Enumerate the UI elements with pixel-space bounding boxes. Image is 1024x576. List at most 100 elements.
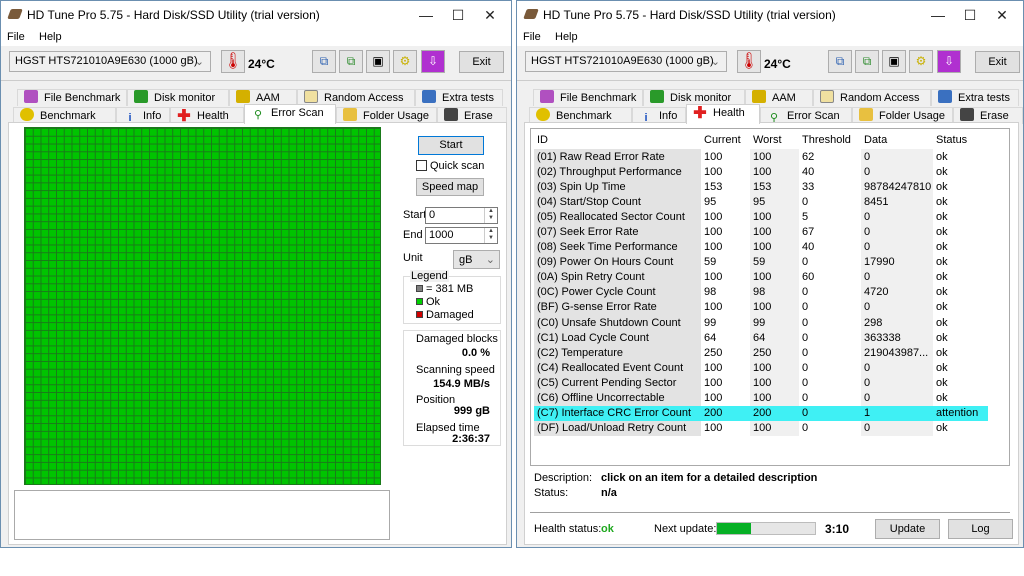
table-row[interactable]: (C5) Current Pending Sector 100 100 0 0 ok <box>534 375 988 391</box>
drive-select[interactable]: HGST HTS721010A9E630 (1000 gB) ⌄ <box>9 51 211 72</box>
cell-cur: 100 <box>704 210 723 223</box>
table-row[interactable]: (03) Spin Up Time 153 153 33 98784247810 ok <box>534 179 988 195</box>
options-button[interactable]: ⚙ <box>909 50 933 73</box>
table-row[interactable]: (09) Power On Hours Count 59 59 0 17990 ok <box>534 254 988 270</box>
camera-button[interactable]: ▣ <box>366 50 390 73</box>
log-button[interactable]: Log <box>948 519 1013 539</box>
cell-cur: 99 <box>704 316 717 329</box>
download-button[interactable]: ⇩ <box>421 50 445 73</box>
cell-sta: ok <box>936 210 948 223</box>
options-button[interactable]: ⚙ <box>393 50 417 73</box>
cell-thr: 0 <box>802 331 809 344</box>
tab-health[interactable]: ✚ Health <box>686 104 760 124</box>
tab-label: Error Scan <box>271 107 324 119</box>
column-header-sta[interactable]: Status <box>933 130 988 149</box>
speaker-icon <box>752 90 766 103</box>
menu-help[interactable]: Help <box>39 31 62 43</box>
table-row[interactable]: (02) Throughput Performance 100 100 40 0 ok <box>534 164 988 180</box>
table-row[interactable]: (01) Raw Read Error Rate 100 100 62 0 ok <box>534 149 988 165</box>
tab-extra-tests[interactable]: Extra tests <box>415 89 503 106</box>
table-row[interactable]: (C7) Interface CRC Error Count 200 200 0 1 at… <box>534 405 988 421</box>
menu-file[interactable]: File <box>7 31 25 43</box>
copy-info-button[interactable]: ⧉ <box>312 50 336 73</box>
cell-sta: attention <box>933 405 988 421</box>
table-row[interactable]: (05) Reallocated Sector Count 100 100 5 0 ok <box>534 209 988 225</box>
table-row[interactable]: (0C) Power Cycle Count 98 98 0 4720 ok <box>534 284 988 300</box>
table-row[interactable]: (C4) Reallocated Event Count 100 100 0 0 ok <box>534 360 988 376</box>
table-row[interactable]: (BF) G-sense Error Rate 100 100 0 0 ok <box>534 299 988 316</box>
cell-wor: 100 <box>750 269 799 285</box>
position-value: 999 gB <box>453 405 490 417</box>
table-row[interactable]: (04) Start/Stop Count 95 95 0 8451 ok <box>534 194 988 210</box>
speed-map-button[interactable]: Speed map <box>416 178 484 196</box>
column-header-wor[interactable]: Worst <box>750 130 799 149</box>
start-button[interactable]: Start <box>418 136 484 155</box>
description-label: Description: <box>534 472 593 484</box>
column-header-dat[interactable]: Data <box>861 130 933 149</box>
chevron-down-icon: ⌄ <box>710 56 720 68</box>
tab-file-benchmark[interactable]: File Benchmark <box>533 89 643 106</box>
table-row[interactable]: (C0) Unsafe Shutdown Count 99 99 0 298 ok <box>534 315 988 331</box>
drive-select[interactable]: HGST HTS721010A9E630 (1000 gB) ⌄ <box>525 51 727 72</box>
exit-button[interactable]: Exit <box>975 51 1020 73</box>
cell-sta: ok <box>936 150 948 163</box>
cell-id: (02) Throughput Performance <box>534 164 701 180</box>
block-map <box>24 127 381 485</box>
disk-monitor-icon <box>134 90 148 103</box>
column-header-cur[interactable]: Current <box>701 130 750 149</box>
camera-button[interactable]: ▣ <box>882 50 906 73</box>
tab-disk-monitor[interactable]: Disk monitor <box>127 89 229 106</box>
minimize-button[interactable]: — <box>923 5 953 25</box>
table-row[interactable]: (08) Seek Time Performance 100 100 40 0 ok <box>534 239 988 255</box>
spinner-icon[interactable]: ▲ ▼ <box>484 228 497 243</box>
table-row[interactable]: (DF) Load/Unload Retry Count 100 100 0 0 ok <box>534 420 988 436</box>
update-button[interactable]: Update <box>875 519 940 539</box>
spinner-icon[interactable]: ▲ ▼ <box>484 208 497 223</box>
download-button[interactable]: ⇩ <box>937 50 961 73</box>
cell-thr: 67 <box>802 226 815 239</box>
cell-cur: 100 <box>704 165 723 178</box>
quick-scan-checkbox[interactable] <box>416 160 427 171</box>
maximize-button[interactable]: ☐ <box>955 5 985 25</box>
copy-info-button[interactable]: ⧉ <box>828 50 852 73</box>
cell-dat: 0 <box>861 224 933 240</box>
trash-icon <box>444 108 458 121</box>
cell-dat: 0 <box>861 420 933 436</box>
cell-sta: ok <box>936 361 948 374</box>
end-input[interactable]: 1000 ▲ ▼ <box>425 227 498 244</box>
cell-wor: 64 <box>750 330 799 346</box>
menu-file[interactable]: File <box>523 31 541 43</box>
table-row[interactable]: (C2) Temperature 250 250 0 219043987... ok <box>534 345 988 361</box>
exit-button[interactable]: Exit <box>459 51 504 73</box>
tab-label: Random Access <box>840 92 920 104</box>
table-row[interactable]: (C1) Load Cycle Count 64 64 0 363338 ok <box>534 330 988 346</box>
health-status-label: Health status: <box>534 523 602 535</box>
maximize-button[interactable]: ☐ <box>443 5 473 25</box>
cell-sta: ok <box>936 256 948 269</box>
table-row[interactable]: (07) Seek Error Rate 100 100 67 0 ok <box>534 224 988 240</box>
tab-extra-tests[interactable]: Extra tests <box>931 89 1019 106</box>
description-value: click on an item for a detailed descript… <box>601 472 818 484</box>
cell-dat: 219043987... <box>861 345 933 361</box>
table-row[interactable]: (0A) Spin Retry Count 100 100 60 0 ok <box>534 269 988 285</box>
column-header-id[interactable]: ID <box>534 130 701 149</box>
menu-help[interactable]: Help <box>555 31 578 43</box>
column-header-thr[interactable]: Threshold <box>799 130 861 149</box>
copy-screenshot-button[interactable]: ⧉ <box>855 50 879 73</box>
cell-thr: 5 <box>802 210 809 223</box>
tab-error-scan[interactable]: ⚲ Error Scan <box>244 104 336 124</box>
cell-id: (05) Reallocated Sector Count <box>534 209 701 225</box>
close-button[interactable]: ✕ <box>475 5 505 25</box>
table-row[interactable]: (C6) Offline Uncorrectable 100 100 0 0 ok <box>534 390 988 406</box>
tab-random-access[interactable]: Random Access <box>813 89 931 106</box>
minimize-button[interactable]: — <box>411 5 441 25</box>
tab-file-benchmark[interactable]: File Benchmark <box>17 89 127 106</box>
unit-select[interactable]: gB ⌄ <box>453 250 500 269</box>
start-input[interactable]: 0 ▲ ▼ <box>425 207 498 224</box>
close-button[interactable]: ✕ <box>987 5 1017 25</box>
legend-damaged: Damaged <box>416 309 474 321</box>
tab-label: Error Scan <box>787 110 840 122</box>
cell-dat: 98784247810 <box>861 179 933 195</box>
copy-screenshot-button[interactable]: ⧉ <box>339 50 363 73</box>
cell-wor: 250 <box>750 345 799 361</box>
